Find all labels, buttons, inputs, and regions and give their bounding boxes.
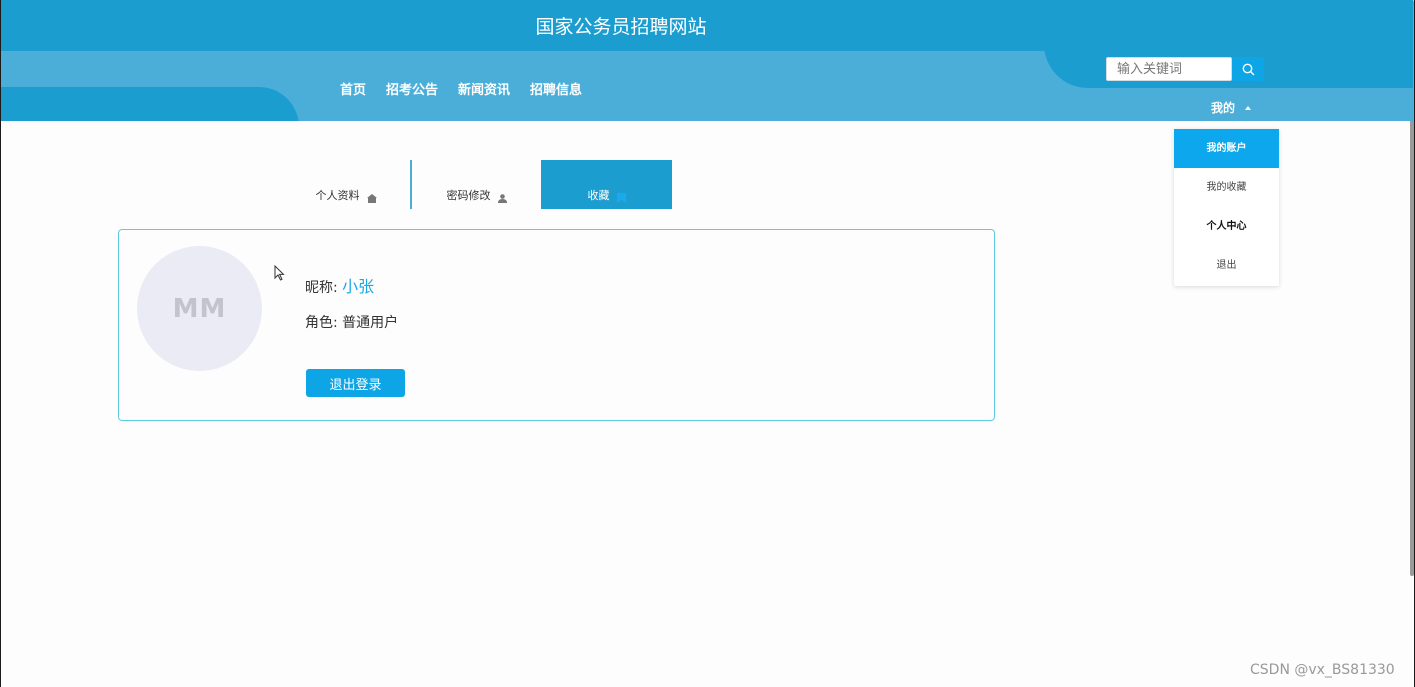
nickname-row: 昵称: 小张 [305,273,374,297]
nickname-value: 小张 [342,277,375,296]
tab-password[interactable]: 密码修改 [412,160,541,209]
my-account-label: 我的 [1211,101,1236,115]
nav-item-jobs[interactable]: 招聘信息 [530,79,582,98]
dropdown-item-my-favorites[interactable]: 我的收藏 [1174,168,1279,207]
caret-up-icon [1245,105,1252,110]
site-title: 国家公务员招聘网站 [535,16,707,38]
nav-item-home[interactable]: 首页 [340,79,366,98]
decorative-shape-left [1,87,299,121]
search-icon [1242,63,1254,75]
my-account-menu[interactable]: 我的 [1211,99,1252,116]
main-nav: 首页 招考公告 新闻资讯 招聘信息 [340,79,602,98]
dropdown-item-my-account[interactable]: 我的账户 [1174,129,1279,168]
watermark: CSDN @vx_BS81330 [1250,662,1395,678]
nickname-label: 昵称: [305,280,338,296]
search-input[interactable] [1106,57,1232,81]
logout-button[interactable]: 退出登录 [306,369,405,397]
tab-profile-label: 个人资料 [315,189,360,202]
avatar: MM [137,246,262,371]
nav-item-announcements[interactable]: 招考公告 [386,79,438,98]
account-dropdown: 我的账户 我的收藏 个人中心 退出 [1174,129,1279,286]
tab-profile[interactable]: 个人资料 [282,160,410,209]
mouse-cursor-icon [274,265,285,281]
role-row: 角色: 普通用户 [305,312,398,332]
user-icon [497,194,507,203]
search-button[interactable] [1232,57,1264,81]
dropdown-item-personal-center[interactable]: 个人中心 [1174,207,1279,246]
dropdown-item-logout[interactable]: 退出 [1174,246,1279,285]
role-value: 普通用户 [342,315,399,331]
home-icon [366,194,377,203]
header-top-bar: 国家公务员招聘网站 [1,0,1413,51]
nav-item-news[interactable]: 新闻资讯 [458,79,510,98]
tab-password-label: 密码修改 [446,189,491,202]
tab-favorites-label: 收藏 [587,189,610,202]
avatar-initials: MM [172,293,227,324]
tab-favorites[interactable]: 收藏 [541,160,672,209]
bookmark-icon [616,193,626,203]
role-label: 角色: [305,315,338,331]
